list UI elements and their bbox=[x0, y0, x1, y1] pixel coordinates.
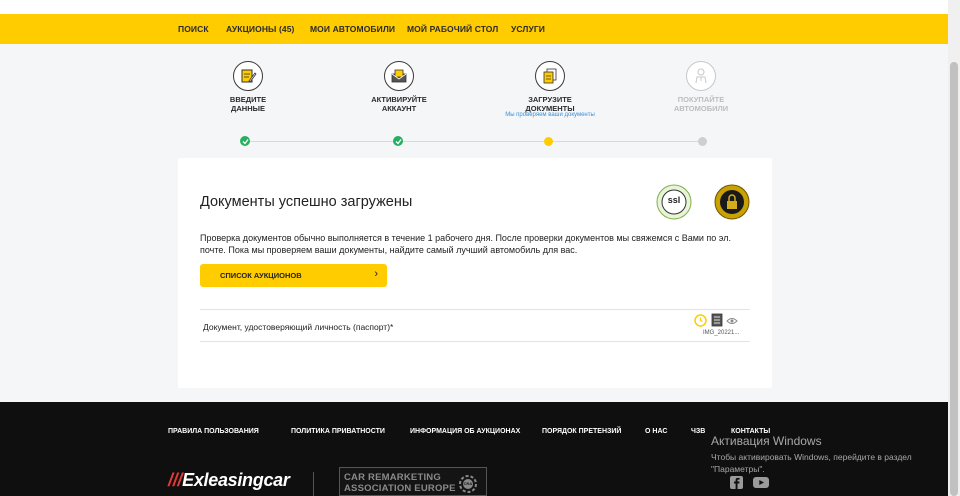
step-2-check-icon bbox=[393, 136, 403, 146]
step-4-line1: ПОКУПАЙТЕ bbox=[677, 95, 725, 104]
step-2-line2: АККАУНТ bbox=[381, 104, 417, 113]
cra-line1: CAR REMARKETING bbox=[344, 472, 441, 483]
document-label: Документ, удостоверяющий личность (паспо… bbox=[203, 322, 394, 332]
chevron-right-icon: › bbox=[374, 268, 378, 280]
footer-divider bbox=[313, 472, 314, 496]
step-3-line1: ЗАГРУЗИТЕ bbox=[528, 95, 572, 104]
edit-form-icon bbox=[233, 61, 263, 91]
ssl-badge-text: ssl bbox=[667, 195, 681, 205]
nav-item-search[interactable]: ПОИСК bbox=[178, 24, 209, 34]
logo-bars-icon: /// bbox=[168, 470, 183, 490]
step-1-line2: ДАННЫЕ bbox=[231, 104, 265, 113]
logo-text: Exleasingcar bbox=[182, 470, 290, 490]
youtube-icon[interactable] bbox=[753, 476, 769, 490]
footer-link-about[interactable]: О НАС bbox=[645, 428, 667, 435]
nav-item-my-desk[interactable]: МОЙ РАБОЧИЙ СТОЛ bbox=[407, 24, 498, 34]
footer-link-faq[interactable]: ЧЗВ bbox=[691, 428, 705, 435]
step-1-check-icon bbox=[240, 136, 250, 146]
buy-car-icon bbox=[686, 61, 716, 91]
step-2-label: АКТИВИРУЙТЕ АККАУНТ bbox=[344, 95, 454, 113]
document-file-name[interactable]: IMG_20221... bbox=[703, 330, 739, 336]
progress-line bbox=[245, 141, 702, 142]
footer-link-claims[interactable]: ПОРЯДОК ПРЕТЕНЗИЙ bbox=[542, 428, 621, 435]
footer-link-terms[interactable]: ПРАВИЛА ПОЛЬЗОВАНИЯ bbox=[168, 428, 259, 435]
step-1-label: ВВЕДИТЕ ДАННЫЕ bbox=[193, 95, 303, 113]
upload-documents-icon bbox=[535, 61, 565, 91]
step-1-line1: ВВЕДИТЕ bbox=[229, 95, 267, 104]
exleasingcar-logo[interactable]: ///Exleasingcar bbox=[168, 470, 290, 491]
scrollbar-thumb[interactable] bbox=[950, 62, 958, 496]
card-title: Документы успешно загружены bbox=[200, 194, 413, 210]
view-eye-icon[interactable] bbox=[726, 312, 738, 330]
nav-item-my-cars[interactable]: МОИ АВТОМОБИЛИ bbox=[310, 24, 395, 34]
step-3-label: ЗАГРУЗИТЕ ДОКУМЕНТЫ bbox=[495, 95, 605, 113]
windows-activation-text: Чтобы активировать Windows, перейдите в … bbox=[711, 452, 912, 474]
footer-link-auction-info[interactable]: ИНФОРМАЦИЯ ОБ АУКЦИОНАХ bbox=[410, 428, 520, 435]
nav-item-auctions[interactable]: АУКЦИОНЫ (45) bbox=[226, 24, 294, 34]
cra-badge-text: CRA bbox=[463, 481, 473, 486]
step-3-status-text: Мы проверяем ваши документы bbox=[505, 112, 595, 118]
step-2-line1: АКТИВИРУЙТЕ bbox=[371, 95, 427, 104]
step-3-current-dot bbox=[544, 137, 553, 146]
cra-gear-icon: CRA bbox=[458, 474, 478, 494]
main-nav: ПОИСК АУКЦИОНЫ (45) МОИ АВТОМОБИЛИ МОЙ Р… bbox=[0, 14, 948, 44]
footer-link-privacy[interactable]: ПОЛИТИКА ПРИВАТНОСТИ bbox=[291, 428, 385, 435]
ssl-secure-badge-icon: ssl bbox=[656, 184, 692, 220]
step-4-line2: АВТОМОБИЛИ bbox=[673, 104, 729, 113]
nav-item-services[interactable]: УСЛУГИ bbox=[511, 24, 545, 34]
card-description: Проверка документов обычно выполняется в… bbox=[200, 233, 731, 255]
cra-line2: ASSOCIATION EUROPE bbox=[344, 483, 456, 494]
document-row: Документ, удостоверяющий личность (паспо… bbox=[200, 309, 750, 342]
auction-list-button[interactable]: СПИСОК АУКЦИОНОВ › bbox=[200, 264, 387, 287]
activate-envelope-icon bbox=[384, 61, 414, 91]
facebook-icon[interactable] bbox=[730, 476, 744, 490]
step-4-pending-dot bbox=[698, 137, 707, 146]
top-strip bbox=[0, 0, 948, 14]
auction-list-button-label: СПИСОК АУКЦИОНОВ bbox=[220, 271, 302, 280]
step-4-label: ПОКУПАЙТЕ АВТОМОБИЛИ bbox=[646, 95, 756, 113]
security-lock-seal-icon bbox=[714, 184, 750, 220]
windows-activation-title: Активация Windows bbox=[711, 434, 822, 448]
